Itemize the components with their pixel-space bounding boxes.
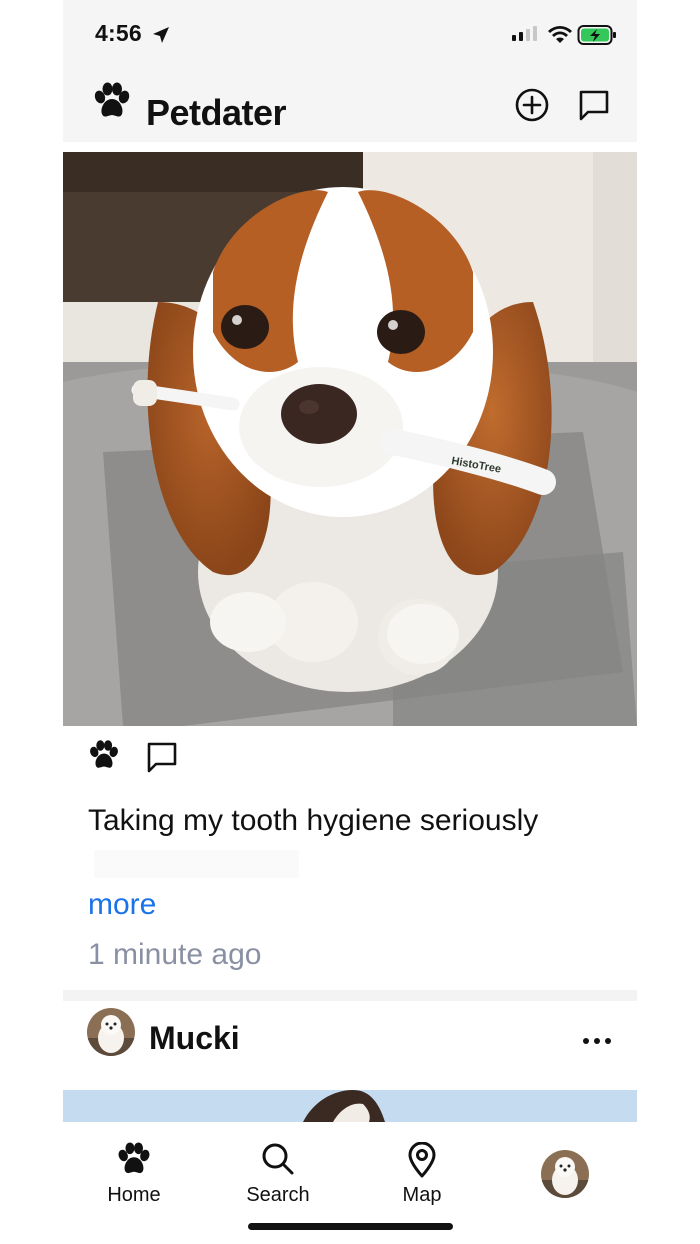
post-photo[interactable]: HistoTree — [63, 152, 637, 726]
cellular-signal-icon — [512, 26, 537, 41]
post-divider — [63, 990, 637, 1001]
tab-profile[interactable] — [541, 1150, 589, 1198]
battery-charging-icon — [577, 25, 616, 45]
search-icon — [262, 1143, 294, 1175]
app-screen: 4:56 Petdater HistoTree Taking my tooth … — [63, 0, 637, 1244]
app-title: Petdater — [146, 92, 287, 133]
profile-avatar — [541, 1150, 589, 1198]
redacted-region — [94, 850, 299, 879]
avatar[interactable] — [87, 1008, 135, 1056]
post-caption-text: Taking my tooth hygiene seriously — [88, 804, 539, 837]
more-options-icon[interactable] — [581, 1036, 613, 1046]
dog-photo-illustration: HistoTree — [63, 152, 637, 726]
tab-search-label: Search — [246, 1184, 310, 1206]
tab-map-label: Map — [402, 1184, 442, 1206]
status-time: 4:56 — [95, 20, 142, 46]
app-header: Petdater — [63, 70, 637, 142]
messages-icon[interactable] — [577, 88, 611, 122]
location-arrow-icon — [153, 27, 169, 43]
tab-home-label: Home — [107, 1184, 161, 1206]
post-timestamp: 1 minute ago — [88, 938, 262, 971]
wifi-icon — [548, 26, 572, 43]
post-author-name[interactable]: Mucki — [149, 1020, 240, 1057]
paw-logo-icon — [94, 82, 130, 117]
paw-like-icon[interactable] — [87, 739, 121, 773]
map-pin-icon — [408, 1142, 436, 1178]
more-link[interactable]: more — [88, 888, 156, 922]
post-caption: Taking my tooth hygiene seriously — [88, 800, 608, 884]
avatar-image — [87, 1008, 135, 1056]
status-bar: 4:56 — [63, 0, 637, 70]
add-post-icon[interactable] — [515, 88, 549, 122]
home-indicator[interactable] — [248, 1223, 453, 1230]
paw-icon — [118, 1142, 150, 1174]
next-post-photo[interactable] — [63, 1090, 637, 1122]
next-post-image — [63, 1090, 637, 1122]
comment-icon[interactable] — [145, 740, 179, 774]
